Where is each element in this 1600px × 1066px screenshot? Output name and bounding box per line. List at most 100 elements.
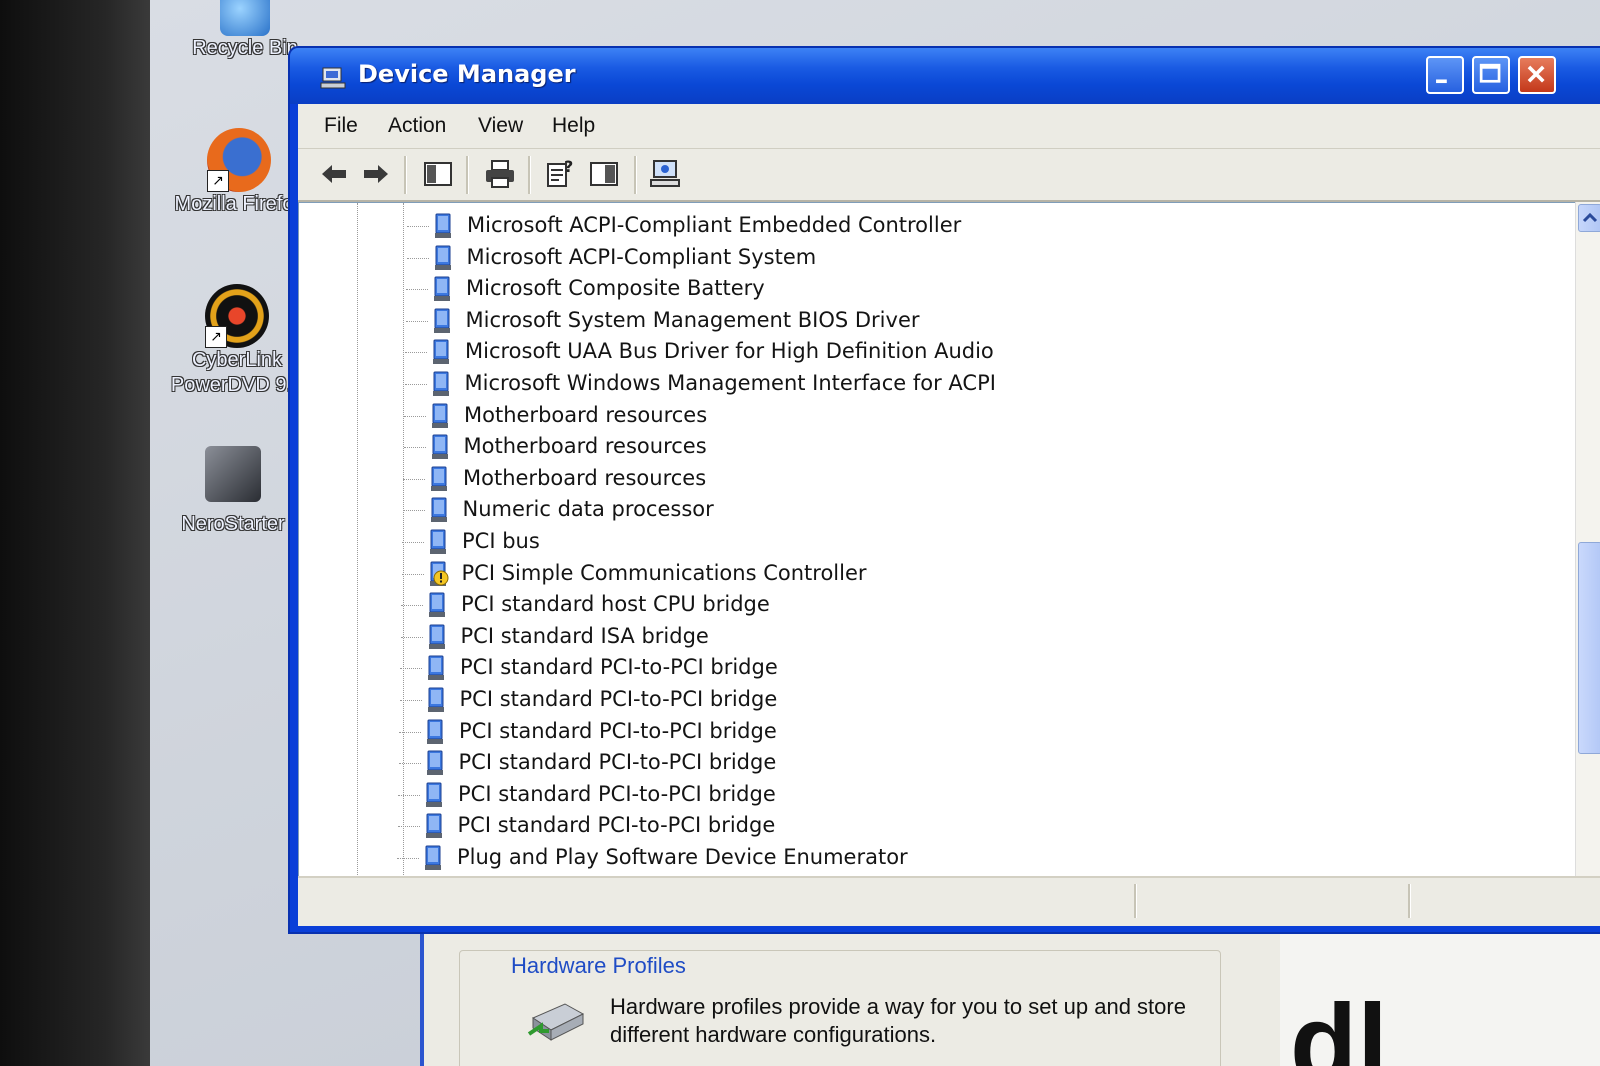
tree-item[interactable]: PCI standard ISA bridge xyxy=(400,622,1327,652)
toolbar-separator xyxy=(404,156,407,194)
system-device-icon xyxy=(433,339,449,365)
desktop-icon-nero[interactable]: NeroStarter xyxy=(158,446,308,537)
tree-item[interactable]: Microsoft Composite Battery xyxy=(406,274,1332,304)
tree-item[interactable]: PCI standard PCI-to-PCI bridge xyxy=(397,811,1324,841)
tree-item-label: Microsoft UAA Bus Driver for High Defini… xyxy=(465,339,994,364)
tree-item-label: Motherboard resources xyxy=(463,434,707,459)
tree-item[interactable]: Motherboard resources xyxy=(403,432,1330,462)
window-client-area: File Action View Help ? Microsoft ACPI-C… xyxy=(298,104,1600,926)
nero-icon xyxy=(205,446,261,502)
tree-connector xyxy=(402,542,424,543)
system-properties-dialog: Hardware Profiles Hardware profiles prov… xyxy=(420,930,1288,1066)
tree-item[interactable]: Microsoft System Management BIOS Driver xyxy=(405,306,1332,336)
tree-item[interactable]: Motherboard resources xyxy=(403,464,1329,494)
tree-item[interactable]: PCI standard PCI-to-PCI bridge xyxy=(398,748,1325,778)
system-device-icon xyxy=(425,813,442,839)
properties-help-icon[interactable]: ? xyxy=(542,156,578,192)
tree-item-label: Numeric data processor xyxy=(462,497,714,522)
desktop-icon-label: NeroStarter xyxy=(181,513,285,535)
tree-item[interactable]: Motherboard resources xyxy=(404,401,1330,431)
system-device-icon xyxy=(435,213,451,238)
system-device-icon xyxy=(430,529,446,554)
menu-help[interactable]: Help xyxy=(552,114,595,138)
desktop: Recycle Bin ↗ Mozilla Firefox ↗ CyberLin… xyxy=(150,0,1600,1066)
tree-item-label: PCI bus xyxy=(462,529,540,553)
minimize-icon xyxy=(1436,79,1447,84)
description-line-2: different hardware configurations. xyxy=(610,1022,937,1047)
tree-item-label: PCI standard PCI-to-PCI bridge xyxy=(457,813,776,838)
forward-icon[interactable] xyxy=(358,156,394,192)
tree-guide-line xyxy=(403,203,404,885)
description-line-1: Hardware profiles provide a way for you … xyxy=(610,994,1186,1019)
print-icon[interactable] xyxy=(482,156,518,192)
tree-item[interactable]: Microsoft ACPI-Compliant Embedded Contro… xyxy=(407,211,1333,241)
view-pane-icon[interactable] xyxy=(586,156,622,192)
menu-file[interactable]: File xyxy=(324,114,358,138)
powerdvd-icon: ↗ xyxy=(205,284,269,348)
maximize-button[interactable] xyxy=(1472,56,1510,94)
shortcut-arrow-icon: ↗ xyxy=(207,170,229,192)
tree-item-label: Microsoft Windows Management Interface f… xyxy=(464,371,996,395)
system-device-icon xyxy=(427,687,444,712)
tree-item[interactable]: PCI standard PCI-to-PCI bridge xyxy=(400,653,1326,683)
tree-connector xyxy=(399,700,422,701)
system-device-icon xyxy=(428,655,444,681)
tree-item[interactable]: Microsoft ACPI-Compliant System xyxy=(406,243,1333,273)
vertical-scrollbar[interactable] xyxy=(1575,202,1600,884)
tree-item[interactable]: PCI standard PCI-to-PCI bridge xyxy=(399,717,1325,747)
tree-item[interactable]: PCI bus xyxy=(402,527,1328,557)
tree-connector xyxy=(404,384,427,385)
tree-item[interactable]: Numeric data processor xyxy=(402,495,1329,525)
tree-connector xyxy=(405,352,427,354)
toolbar-separator xyxy=(466,156,469,194)
tree-connector xyxy=(406,289,428,291)
tree-item-label: PCI standard host CPU bridge xyxy=(461,592,770,617)
system-device-icon xyxy=(426,750,443,776)
show-hide-tree-icon[interactable] xyxy=(420,156,456,192)
hardware-profiles-icon xyxy=(527,1003,585,1041)
tree-item[interactable]: Microsoft UAA Bus Driver for High Defini… xyxy=(405,337,1331,367)
tree-connector xyxy=(400,668,422,670)
hardware-profiles-group: Hardware Profiles Hardware profiles prov… xyxy=(459,950,1221,1066)
recycle-bin-icon xyxy=(220,0,270,36)
tree-item[interactable]: PCI standard host CPU bridge xyxy=(401,590,1327,620)
tree-connector xyxy=(397,858,419,859)
chevron-up-icon xyxy=(1582,212,1598,223)
menu-view[interactable]: View xyxy=(478,114,523,138)
toolbar-separator xyxy=(634,156,637,194)
tree-connector xyxy=(401,605,423,607)
tree-item[interactable]: Microsoft Windows Management Interface f… xyxy=(404,369,1331,399)
tree-connector xyxy=(405,320,428,322)
background-window-fragment: dl xyxy=(1280,930,1600,1066)
tree-connector xyxy=(404,415,426,417)
tree-connector xyxy=(406,257,429,259)
tree-item-label: Microsoft System Management BIOS Driver xyxy=(465,307,920,332)
minimize-button[interactable] xyxy=(1426,56,1464,94)
system-device-icon xyxy=(426,782,442,807)
tree-item-label: PCI standard PCI-to-PCI bridge xyxy=(458,781,776,806)
status-bar xyxy=(298,876,1600,926)
device-tree[interactable]: Microsoft ACPI-Compliant Embedded Contro… xyxy=(298,202,1576,886)
tree-item[interactable]: PCI standard PCI-to-PCI bridge xyxy=(399,685,1326,715)
close-button[interactable] xyxy=(1518,56,1556,94)
scan-hardware-icon[interactable] xyxy=(648,156,684,192)
menu-action[interactable]: Action xyxy=(388,114,446,138)
shortcut-arrow-icon: ↗ xyxy=(205,326,227,348)
toolbar: ? xyxy=(298,148,1600,202)
tree-item-label: PCI standard PCI-to-PCI bridge xyxy=(459,718,777,743)
scroll-thumb[interactable] xyxy=(1578,542,1600,754)
back-icon[interactable] xyxy=(316,156,352,192)
tree-item-label: Microsoft Composite Battery xyxy=(466,276,765,301)
scroll-up-button[interactable] xyxy=(1578,204,1600,232)
tree-item[interactable]: Plug and Play Software Device Enumerator xyxy=(397,843,1323,873)
tree-connector xyxy=(400,636,423,638)
maximize-icon xyxy=(1479,63,1501,83)
tree-item-label: Motherboard resources xyxy=(463,465,707,490)
computer-icon xyxy=(320,67,346,89)
tree-item-label: PCI standard PCI-to-PCI bridge xyxy=(459,687,778,711)
tree-item[interactable]: PCI Simple Communications Controller xyxy=(401,559,1328,589)
title-bar[interactable]: Device Manager xyxy=(290,48,1600,104)
tree-connector xyxy=(399,731,421,733)
system-device-icon xyxy=(432,371,449,396)
tree-item[interactable]: PCI standard PCI-to-PCI bridge xyxy=(398,780,1324,810)
